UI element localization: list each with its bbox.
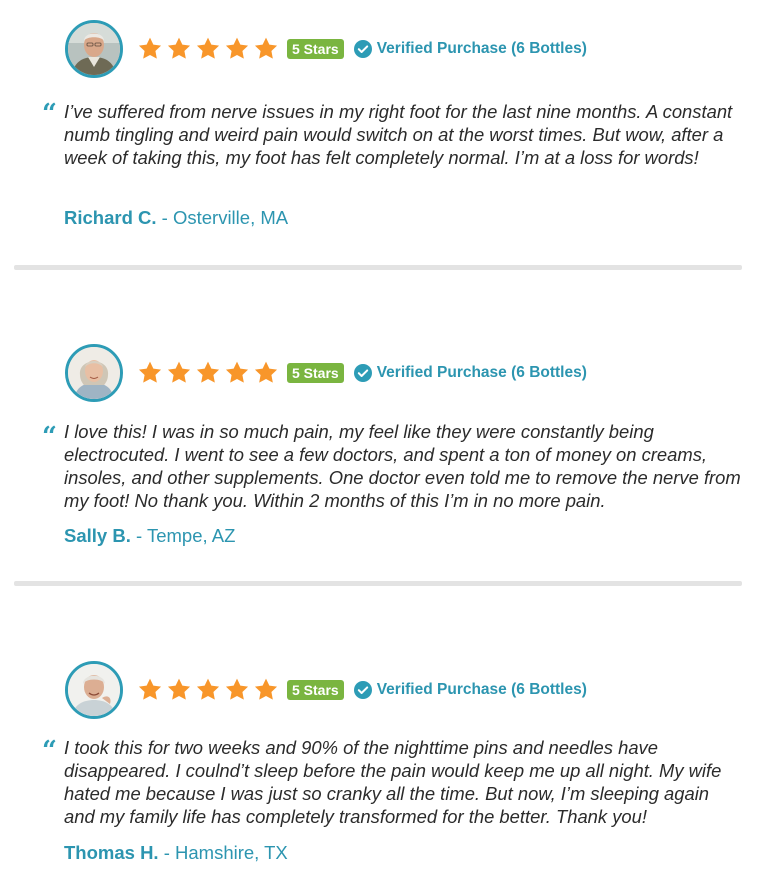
author-location: - Hamshire, TX	[163, 842, 288, 863]
review-text: I’ve suffered from nerve issues in my ri…	[64, 101, 733, 168]
avatar	[65, 344, 123, 402]
verified-purchase-label: Verified Purchase (6 Bottles)	[376, 364, 587, 381]
star-rating	[137, 36, 282, 62]
star-rating	[137, 360, 282, 386]
avatar	[65, 661, 123, 719]
verified-purchase: Verified Purchase (6 Bottles)	[353, 681, 587, 699]
review-author: Richard C. - Osterville, MA	[64, 207, 288, 229]
author-name: Sally B.	[64, 525, 131, 546]
star-icon	[224, 677, 250, 703]
author-name: Richard C.	[64, 207, 157, 228]
review-header: 5 Stars Verified Purchase (6 Bottles)	[65, 658, 587, 722]
verified-purchase-label: Verified Purchase (6 Bottles)	[376, 40, 587, 57]
star-icon	[166, 36, 192, 62]
star-icon	[137, 36, 163, 62]
star-icon	[253, 36, 279, 62]
review-text: I love this! I was in so much pain, my f…	[64, 421, 741, 511]
star-icon	[224, 360, 250, 386]
rating-badge: 5 Stars	[287, 39, 344, 59]
star-icon	[137, 360, 163, 386]
verified-purchase-label: Verified Purchase (6 Bottles)	[376, 681, 587, 698]
star-icon	[195, 360, 221, 386]
author-location: - Tempe, AZ	[135, 525, 236, 546]
star-icon	[137, 677, 163, 703]
quote-icon: “	[42, 736, 57, 766]
rating-badge: 5 Stars	[287, 363, 344, 383]
divider	[14, 265, 742, 270]
quote-icon: “	[42, 99, 57, 129]
star-icon	[253, 360, 279, 386]
star-icon	[253, 677, 279, 703]
divider	[14, 581, 742, 586]
check-circle-icon	[353, 364, 372, 382]
verified-purchase: Verified Purchase (6 Bottles)	[353, 40, 587, 58]
star-icon	[195, 677, 221, 703]
author-location: - Osterville, MA	[161, 207, 289, 228]
rating-badge: 5 Stars	[287, 680, 344, 700]
verified-purchase: Verified Purchase (6 Bottles)	[353, 364, 587, 382]
star-icon	[224, 36, 250, 62]
author-name: Thomas H.	[64, 842, 159, 863]
check-circle-icon	[353, 40, 372, 58]
review-author: Thomas H. - Hamshire, TX	[64, 842, 288, 864]
star-rating	[137, 677, 282, 703]
star-icon	[166, 677, 192, 703]
review-header: 5 Stars Verified Purchase (6 Bottles)	[65, 341, 587, 405]
star-icon	[166, 360, 192, 386]
star-icon	[195, 36, 221, 62]
check-circle-icon	[353, 681, 372, 699]
review-author: Sally B. - Tempe, AZ	[64, 525, 235, 547]
review-header: 5 Stars Verified Purchase (6 Bottles)	[65, 17, 587, 81]
avatar	[65, 20, 123, 78]
review-text: I took this for two weeks and 90% of the…	[64, 737, 722, 827]
quote-icon: “	[42, 422, 57, 452]
